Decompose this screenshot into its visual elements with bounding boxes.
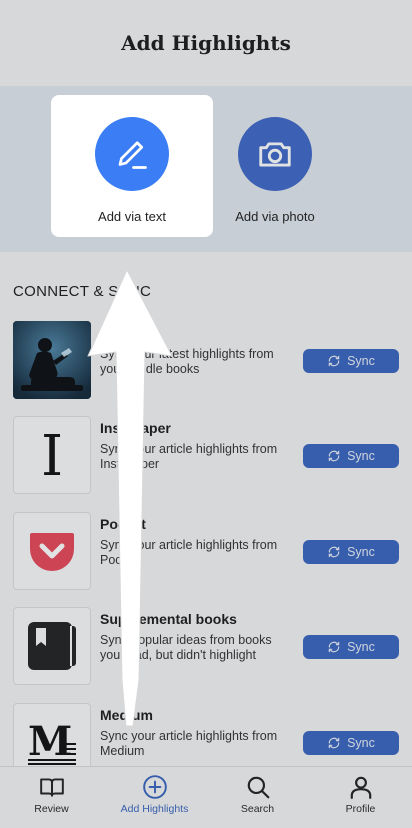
source-name: Supplemental books [100,611,237,627]
source-row-instapaper: I Instapaper Sync your article highlight… [0,416,412,496]
search-icon [247,776,269,799]
tab-label: Search [240,803,275,815]
tab-profile[interactable]: Profile [309,767,412,828]
sync-label: Sync [347,449,375,463]
sync-label: Sync [347,545,375,559]
sync-label: Sync [347,736,375,750]
sync-button-pocket[interactable]: Sync [303,540,399,564]
svg-text:I: I [41,427,63,483]
source-row-kindle: Kindle Sync your latest highlights from … [0,321,412,401]
add-via-photo-label: Add via photo [235,209,315,224]
header: Add Highlights [0,0,412,86]
sync-icon [328,546,340,558]
camera-icon [238,117,312,191]
connect-sync-heading: CONNECT & SYNC [13,283,152,300]
pencil-icon [95,117,169,191]
user-icon [350,776,371,799]
kindle-reader-icon [13,321,91,399]
add-via-text-button[interactable]: Add via text [51,95,213,237]
tab-review[interactable]: Review [0,767,103,828]
book-icon [13,607,91,685]
sync-button-supplemental-books[interactable]: Sync [303,635,399,659]
instapaper-icon: I [13,416,91,494]
source-description: Sync popular ideas from books you read, … [100,633,272,662]
source-description: Sync your article highlights from Medium [100,729,278,758]
add-via-photo-button[interactable]: Add via photo [194,95,356,237]
sync-button-kindle[interactable]: Sync [303,349,399,373]
tab-label: Review [34,803,69,815]
source-name: Medium [100,707,153,723]
sync-button-medium[interactable]: Sync [303,731,399,755]
source-description: Sync your article highlights from Pocket [100,538,278,567]
tab-label: Profile [345,803,376,815]
tab-search[interactable]: Search [206,767,309,828]
pocket-icon [13,512,91,590]
source-description: Sync your latest highlights from your Ki… [100,347,274,376]
source-name: Kindle [100,325,143,341]
sync-button-instapaper[interactable]: Sync [303,444,399,468]
source-name: Pocket [100,516,146,532]
source-description: Sync your article highlights from Instap… [100,442,278,471]
tab-add-highlights[interactable]: Add Highlights [103,767,206,828]
source-row-supplemental-books: Supplemental books Sync popular ideas fr… [0,607,412,687]
book-open-icon [39,778,64,797]
bottom-tab-bar: Review Add Highlights Search Profile [0,766,412,828]
add-via-text-label: Add via text [98,209,166,224]
source-row-pocket: Pocket Sync your article highlights from… [0,512,412,592]
svg-text:M: M [28,718,72,765]
source-name: Instapaper [100,420,171,436]
sync-icon [328,450,340,462]
sync-icon [328,737,340,749]
plus-circle-icon [142,775,167,799]
page-title: Add Highlights [121,31,291,55]
sync-icon [328,641,340,653]
sync-label: Sync [347,640,375,654]
sync-icon [328,355,340,367]
sync-label: Sync [347,354,375,368]
tab-label: Add Highlights [120,803,189,815]
